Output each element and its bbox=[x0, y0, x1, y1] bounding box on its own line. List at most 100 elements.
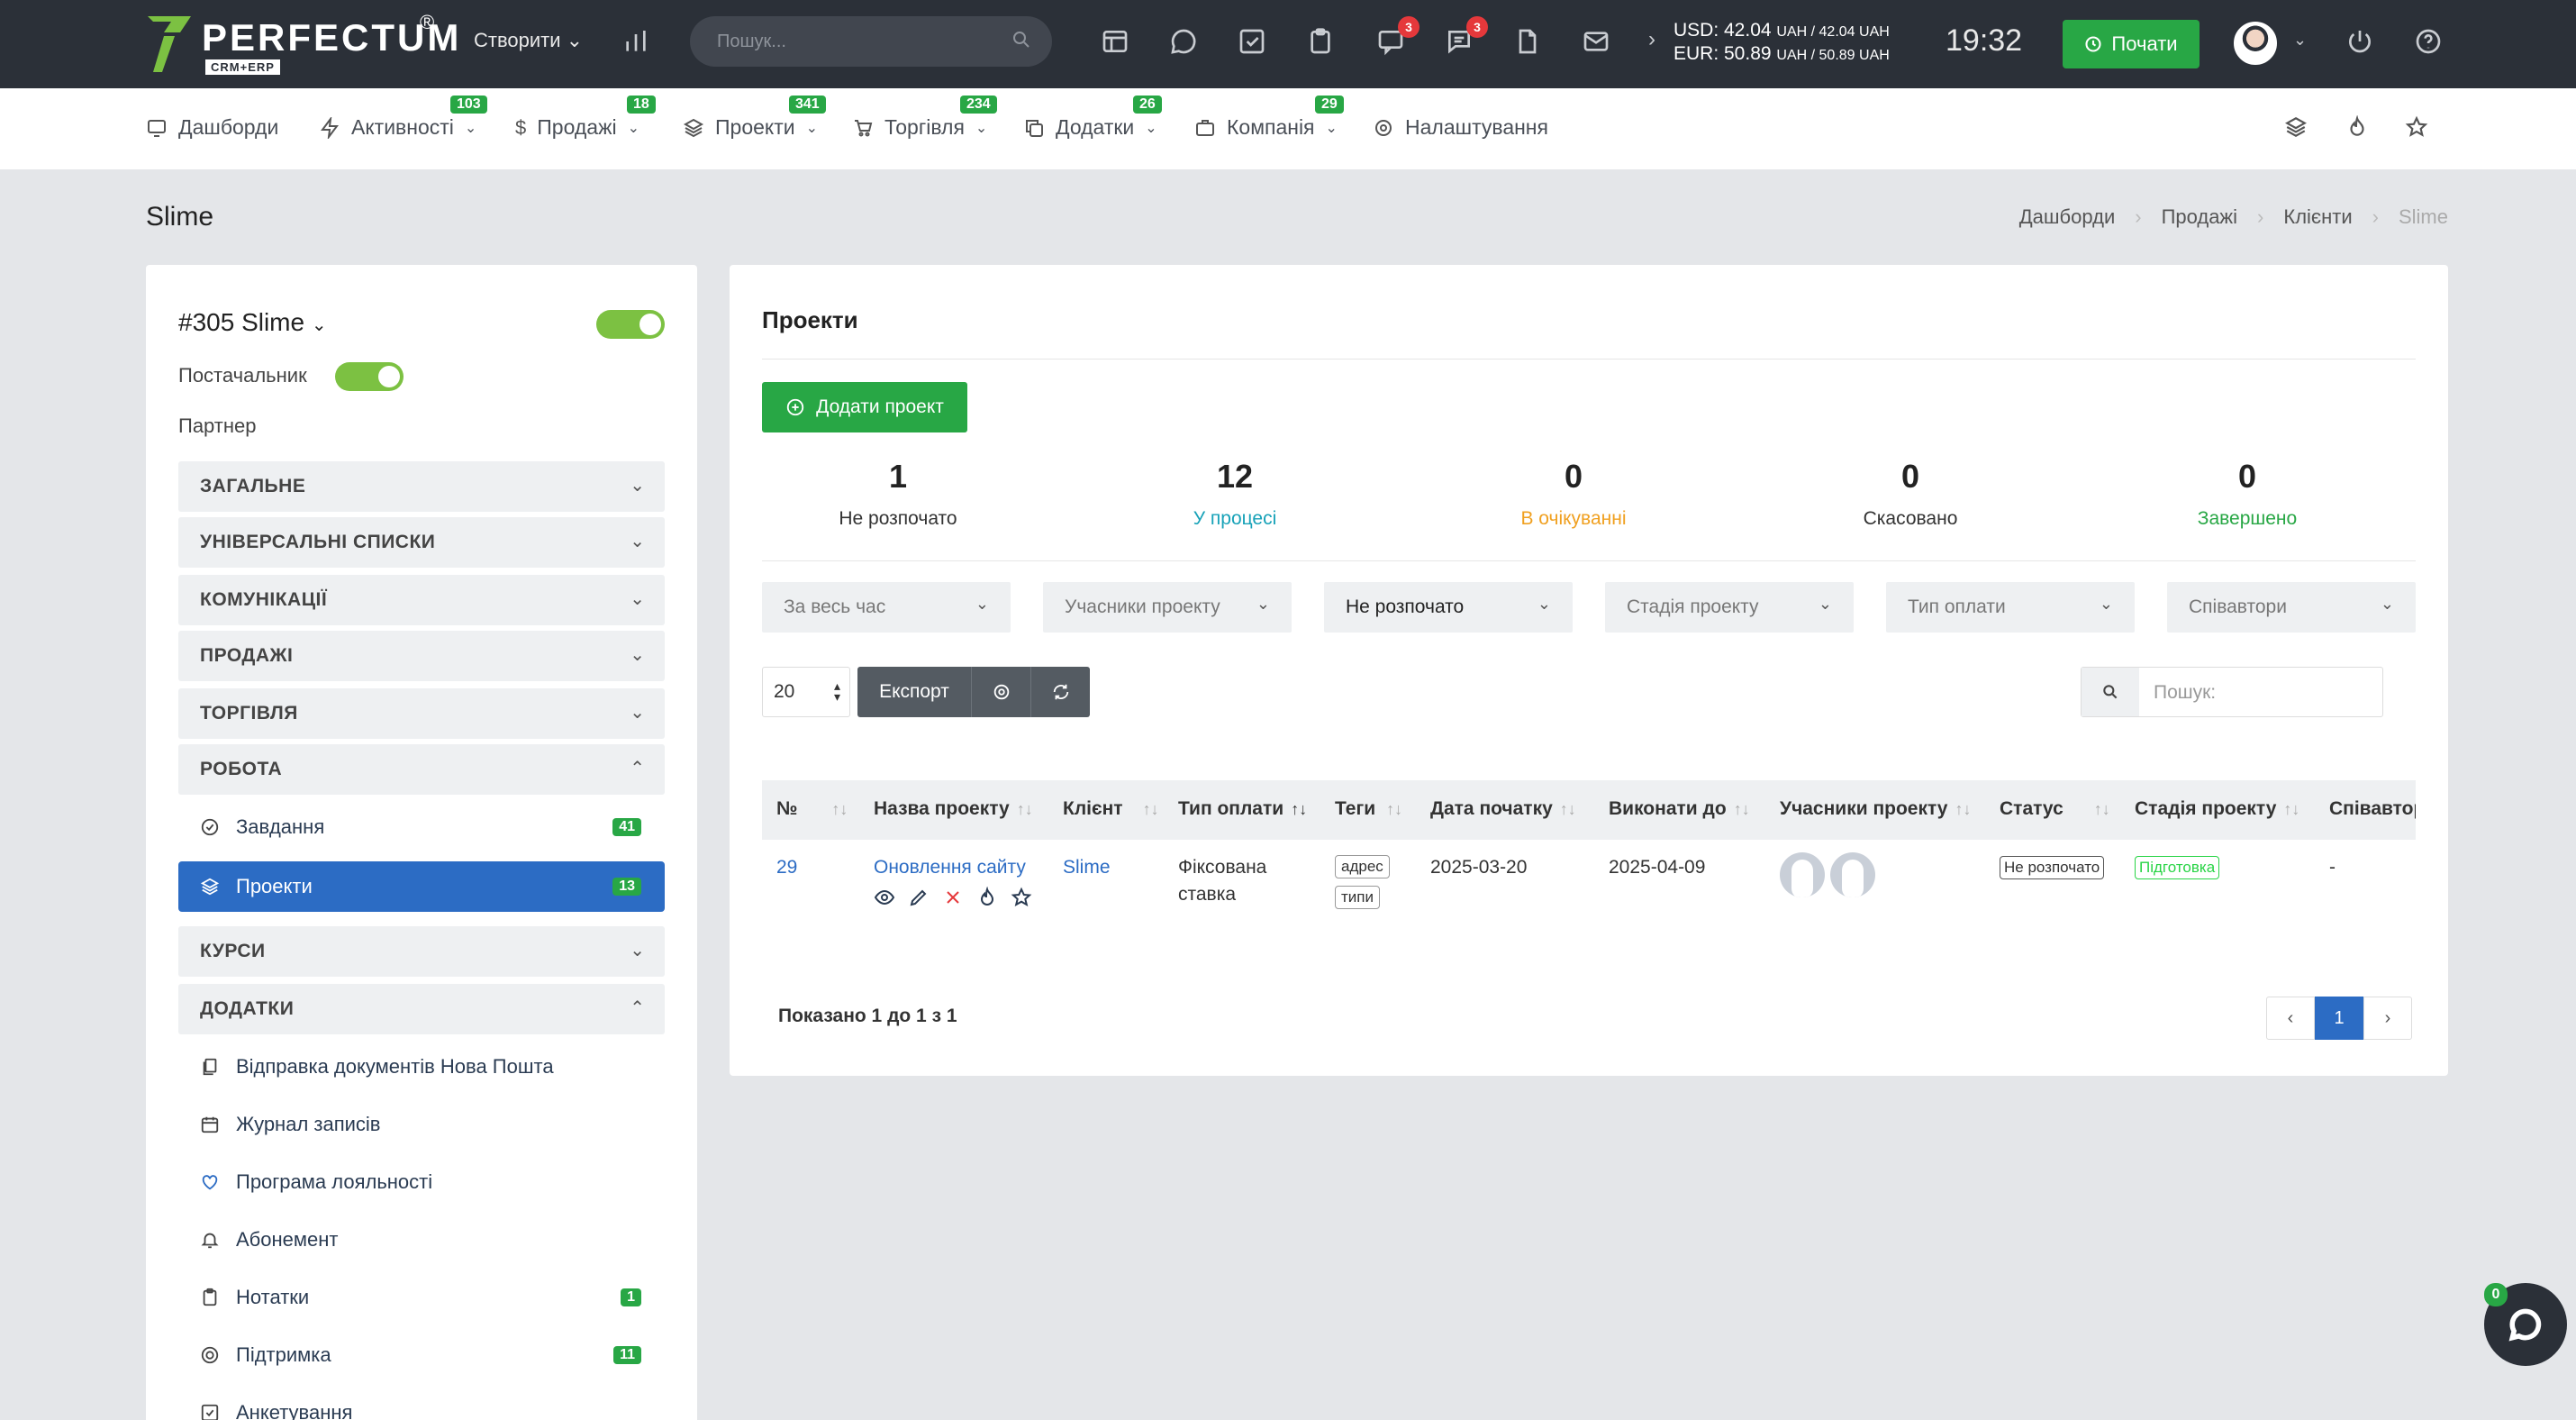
layers-icon[interactable] bbox=[2284, 115, 2311, 142]
nav-sales[interactable]: $ Продажі ⌄ 18 bbox=[515, 96, 656, 140]
document-icon[interactable] bbox=[1511, 25, 1544, 58]
pagination-next[interactable]: › bbox=[2363, 997, 2412, 1040]
nav-projects[interactable]: Проекти ⌄ 341 bbox=[683, 96, 826, 140]
nav-activities[interactable]: Активності ⌄ 103 bbox=[319, 96, 487, 140]
export-button[interactable]: Експорт bbox=[857, 667, 971, 717]
add-project-button[interactable]: Додати проект bbox=[762, 382, 967, 432]
supplier-toggle[interactable] bbox=[335, 362, 404, 391]
perfectum-logo[interactable]: PERFECTUM ® CRM+ERP bbox=[144, 11, 458, 76]
section-sales[interactable]: ПРОДАЖІ ⌄ bbox=[178, 631, 665, 681]
nav-badge: 103 bbox=[450, 96, 487, 114]
addon-nova-poshta[interactable]: Відправка документів Нова Пошта bbox=[178, 1042, 665, 1092]
stat-not-started[interactable]: 1 Не розпочато bbox=[730, 458, 1066, 530]
work-item-tasks[interactable]: Завдання 41 bbox=[178, 802, 665, 852]
nav-addons[interactable]: Додатки ⌄ 26 bbox=[1023, 96, 1162, 140]
section-general[interactable]: ЗАГАЛЬНЕ ⌄ bbox=[178, 461, 665, 512]
filter-status[interactable]: Не розпочато ⌄ bbox=[1324, 582, 1573, 633]
member-avatar[interactable] bbox=[1780, 852, 1825, 897]
addon-support[interactable]: Підтримка 11 bbox=[178, 1330, 665, 1380]
pagination-prev[interactable]: ‹ bbox=[2266, 997, 2315, 1040]
chat-messages-icon[interactable]: 3 bbox=[1374, 16, 1420, 58]
star-icon[interactable] bbox=[1011, 887, 1032, 908]
create-menu[interactable]: Створити ⌄ bbox=[474, 29, 583, 52]
mail-icon[interactable] bbox=[1580, 25, 1612, 58]
chat-bubble-icon[interactable] bbox=[1167, 25, 1200, 58]
client-active-toggle[interactable] bbox=[596, 310, 665, 339]
addon-loyalty[interactable]: Програма лояльності bbox=[178, 1157, 665, 1207]
nav-company[interactable]: Компанія ⌄ 29 bbox=[1194, 96, 1344, 140]
row-client[interactable]: Slime bbox=[1063, 854, 1111, 881]
breadcrumb-sales[interactable]: Продажі bbox=[2162, 205, 2237, 229]
stat-in-progress[interactable]: 12 У процесі bbox=[1066, 458, 1403, 530]
refresh-button[interactable] bbox=[1030, 667, 1090, 717]
column-header-stage[interactable]: Стадія проекту ↑↓ bbox=[2135, 798, 2299, 820]
column-header-coauthors[interactable]: Співавтори bbox=[2329, 798, 2416, 820]
pencil-icon[interactable] bbox=[908, 887, 930, 908]
chat-widget-button[interactable]: 0 bbox=[2484, 1283, 2567, 1366]
addon-journal[interactable]: Журнал записів bbox=[178, 1099, 665, 1150]
addon-subscription[interactable]: Абонемент bbox=[178, 1215, 665, 1265]
breadcrumb-clients[interactable]: Клієнти bbox=[2283, 205, 2352, 229]
row-payment-type-line1: Фіксована bbox=[1178, 857, 1267, 878]
column-header-payment-type[interactable]: Тип оплати ↑↓ bbox=[1178, 798, 1307, 820]
refresh-icon bbox=[1053, 684, 1068, 700]
search-icon[interactable] bbox=[1011, 29, 1032, 55]
page-size-select[interactable]: 20 ▴ ▾ bbox=[762, 667, 850, 717]
row-id[interactable]: 29 bbox=[776, 854, 797, 881]
start-timer-button[interactable]: Почати bbox=[2063, 20, 2200, 68]
addon-survey[interactable]: Анкетування bbox=[178, 1388, 665, 1420]
bar-chart-icon[interactable] bbox=[620, 25, 652, 58]
column-header-client[interactable]: Клієнт ↑↓ bbox=[1063, 798, 1159, 820]
star-icon[interactable] bbox=[2405, 115, 2432, 142]
nav-trade[interactable]: Торгівля ⌄ 234 bbox=[852, 96, 997, 140]
chevron-down-icon[interactable]: ⌄ bbox=[2293, 31, 2307, 50]
section-universal-lists[interactable]: УНІВЕРСАЛЬНІ СПИСКИ ⌄ bbox=[178, 517, 665, 568]
stat-cancelled[interactable]: 0 Скасовано bbox=[1742, 458, 2079, 530]
section-courses[interactable]: КУРСИ ⌄ bbox=[178, 926, 665, 977]
chevron-right-icon[interactable]: › bbox=[1648, 27, 1655, 52]
addon-notes[interactable]: Нотатки 1 bbox=[178, 1272, 665, 1323]
row-project-name[interactable]: Оновлення сайту bbox=[874, 854, 1026, 881]
column-header-start-date[interactable]: Дата початку ↑↓ bbox=[1430, 798, 1576, 820]
task-check-icon[interactable] bbox=[1236, 25, 1268, 58]
help-icon[interactable] bbox=[2412, 25, 2444, 58]
filter-stage[interactable]: Стадія проекту ⌄ bbox=[1605, 582, 1854, 633]
column-header-due-date[interactable]: Виконати до ↑↓ bbox=[1609, 798, 1750, 820]
filter-members[interactable]: Учасники проекту ⌄ bbox=[1043, 582, 1292, 633]
table-search-input[interactable] bbox=[2154, 680, 2361, 705]
client-name-dropdown[interactable]: #305 Slime ⌄ bbox=[178, 308, 327, 337]
section-trade[interactable]: ТОРГІВЛЯ ⌄ bbox=[178, 688, 665, 739]
power-icon[interactable] bbox=[2344, 25, 2376, 58]
filter-period[interactable]: За весь час ⌄ bbox=[762, 582, 1011, 633]
global-search-input[interactable] bbox=[717, 27, 987, 56]
section-work[interactable]: РОБОТА ⌃ bbox=[178, 744, 665, 795]
close-icon[interactable] bbox=[942, 887, 964, 908]
filter-coauthors[interactable]: Співавтори ⌄ bbox=[2167, 582, 2416, 633]
breadcrumb-dashboards[interactable]: Дашборди bbox=[2019, 205, 2115, 229]
column-header-name[interactable]: Назва проекту ↑↓ bbox=[874, 798, 1033, 820]
global-search[interactable] bbox=[690, 16, 1052, 67]
filter-payment-type[interactable]: Тип оплати ⌄ bbox=[1886, 582, 2135, 633]
clipboard-icon[interactable] bbox=[1304, 25, 1337, 58]
messages-icon[interactable]: 3 bbox=[1443, 16, 1488, 58]
member-avatar[interactable] bbox=[1830, 852, 1875, 897]
user-avatar[interactable] bbox=[2234, 22, 2277, 65]
section-communications[interactable]: КОМУНІКАЦІЇ ⌄ bbox=[178, 575, 665, 625]
fire-icon[interactable] bbox=[2345, 114, 2372, 142]
section-addons[interactable]: ДОДАТКИ ⌃ bbox=[178, 984, 665, 1034]
column-header-status[interactable]: Статус ↑↓ bbox=[2000, 798, 2110, 820]
calendar-table-icon[interactable] bbox=[1099, 25, 1131, 58]
table-search[interactable] bbox=[2081, 667, 2383, 717]
fire-icon[interactable] bbox=[976, 887, 998, 908]
column-header-members[interactable]: Учасники проекту ↑↓ bbox=[1780, 798, 1971, 820]
column-header-number[interactable]: № ↑↓ bbox=[776, 798, 848, 820]
nav-settings[interactable]: Налаштування bbox=[1373, 115, 1548, 140]
nav-dashboards[interactable]: Дашборди bbox=[146, 115, 278, 140]
pagination-page[interactable]: 1 bbox=[2315, 997, 2363, 1040]
eye-icon[interactable] bbox=[874, 887, 895, 908]
column-header-tags[interactable]: Теги ↑↓ bbox=[1335, 798, 1402, 820]
work-item-projects[interactable]: Проекти 13 bbox=[178, 861, 665, 912]
stat-completed[interactable]: 0 Завершено bbox=[2079, 458, 2416, 530]
table-settings-button[interactable] bbox=[971, 667, 1030, 717]
stat-pending[interactable]: 0 В очікуванні bbox=[1405, 458, 1742, 530]
